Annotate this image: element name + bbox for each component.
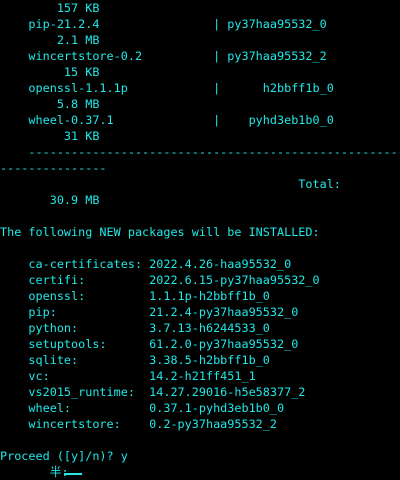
- terminal-line: openssl: 1.1.1p-h2bbff1b_0: [0, 289, 270, 303]
- terminal-line: pip-21.2.4 | py37haa95532_0: [0, 17, 327, 31]
- terminal-line: 157 KB: [0, 1, 100, 15]
- terminal-line: 5.8 MB: [0, 97, 100, 111]
- terminal-separator: ----------------------------------------…: [28, 145, 400, 159]
- terminal-window[interactable]: 157 KB pip-21.2.4 | py37haa95532_0 2.1 M…: [0, 0, 400, 480]
- terminal-line: sqlite: 3.38.5-h2bbff1b_0: [0, 353, 270, 367]
- terminal-line: 30.9 MB: [0, 193, 100, 207]
- terminal-line: certifi: 2022.6.15-py37haa95532_0: [0, 273, 320, 287]
- terminal-line: wincertstore: 0.2-py37haa95532_2: [0, 417, 277, 431]
- terminal-line: setuptools: 61.2.0-py37haa95532_0: [0, 337, 299, 351]
- terminal-line: python: 3.7.13-h6244533_0: [0, 321, 270, 335]
- terminal-line: openssl-1.1.1p | h2bbff1b_0: [0, 81, 334, 95]
- terminal-line: The following NEW packages will be INSTA…: [0, 225, 320, 239]
- terminal-line: 31 KB: [0, 129, 100, 143]
- terminal-line: 15 KB: [0, 65, 100, 79]
- terminal-ime-line: 半:: [0, 465, 69, 479]
- terminal-prompt[interactable]: Proceed ([y]/n)? y: [0, 448, 128, 464]
- terminal-line: pip: 21.2.4-py37haa95532_0: [0, 305, 299, 319]
- terminal-line: vs2015_runtime: 14.27.29016-h5e58377_2: [0, 385, 306, 399]
- terminal-line: ca-certificates: 2022.4.26-haa95532_0: [0, 257, 292, 271]
- terminal-line: Total:: [0, 177, 341, 191]
- terminal-line: wheel: 0.37.1-pyhd3eb1b0_0: [0, 401, 285, 415]
- terminal-separator: ---------------: [0, 161, 107, 175]
- terminal-line: vc: 14.2-h21ff451_1: [0, 369, 256, 383]
- text-cursor: [64, 473, 82, 475]
- terminal-line: 2.1 MB: [0, 33, 100, 47]
- terminal-line: wincertstore-0.2 | py37haa95532_2: [0, 49, 327, 63]
- terminal-line: wheel-0.37.1 | pyhd3eb1b0_0: [0, 113, 334, 127]
